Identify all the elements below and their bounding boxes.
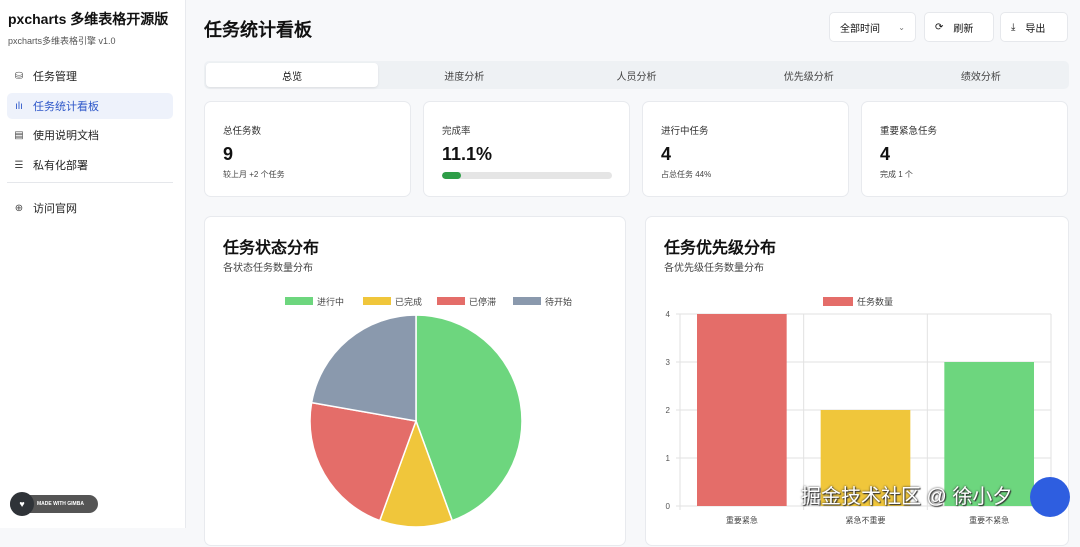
stat-card-completion: 完成率 11.1%	[423, 101, 630, 197]
sidebar-item-label: 私有化部署	[33, 160, 88, 172]
stat-note: 完成 1 个	[880, 170, 913, 179]
sidebar-item-label: 使用说明文档	[33, 130, 99, 142]
legend-swatch	[437, 297, 465, 305]
stat-card-urgent: 重要紧急任务 4 完成 1 个	[861, 101, 1068, 197]
pie-slice-3	[310, 314, 417, 422]
brand-subtitle: pxcharts多维表格引擎 v1.0	[8, 36, 116, 46]
stat-label: 进行中任务	[661, 126, 709, 137]
sidebar-item-dashboard[interactable]: ılı 任务统计看板	[7, 93, 173, 119]
legend-label: 进行中	[317, 296, 344, 307]
made-with-badge[interactable]: ♥ MADE WITH GIMBA	[10, 492, 98, 516]
document-icon: ▤	[14, 129, 24, 141]
stat-card-in-progress: 进行中任务 4 占总任务 44%	[642, 101, 849, 197]
stat-label: 完成率	[442, 126, 471, 137]
legend-label: 待开始	[545, 296, 572, 307]
export-label: 导出	[1025, 23, 1046, 35]
y-tick-label: 4	[666, 310, 671, 319]
logo-icon: ♥	[10, 492, 34, 516]
y-tick-label: 2	[666, 406, 671, 415]
chevron-down-icon: ⌄	[898, 22, 905, 32]
sidebar-item-docs[interactable]: ▤ 使用说明文档	[7, 122, 173, 148]
badge-label: MADE WITH GIMBA	[37, 501, 84, 507]
x-tick-label: 紧急不重要	[846, 515, 886, 525]
bar-chart-icon: ılı	[15, 100, 23, 112]
legend-label: 任务数量	[857, 296, 893, 307]
tab-overview[interactable]: 总览	[206, 63, 379, 87]
server-icon: ☰	[14, 159, 24, 171]
legend-swatch	[823, 297, 853, 306]
sidebar: pxcharts 多维表格开源版 pxcharts多维表格引擎 v1.0 ⛁ 任务…	[0, 0, 186, 528]
progress-fill	[442, 172, 461, 179]
time-filter-value: 全部时间	[840, 23, 880, 35]
stat-value: 4	[880, 144, 891, 164]
tab-bar: 总览 进度分析 人员分析 优先级分析 绩效分析	[204, 61, 1069, 89]
sidebar-item-label: 任务管理	[33, 71, 77, 83]
pie-chart: 进行中 已完成 已停滞 待开始	[285, 296, 572, 528]
stat-value: 4	[661, 144, 672, 164]
legend-swatch	[513, 297, 541, 305]
refresh-label: 刷新	[953, 23, 974, 35]
floating-action-button[interactable]	[1030, 477, 1070, 517]
globe-icon: ⊕	[14, 202, 24, 214]
export-button[interactable]: ⤓ 导出	[1000, 12, 1068, 42]
sidebar-item-label: 任务统计看板	[33, 101, 99, 113]
watermark: 掘金技术社区 @ 徐小夕	[801, 486, 1013, 508]
brand-title: pxcharts 多维表格开源版	[8, 11, 169, 27]
page-title: 任务统计看板	[204, 20, 312, 40]
stat-note: 占总任务 44%	[661, 170, 712, 179]
x-tick-label: 重要不紧急	[969, 515, 1009, 525]
status-chart-card: 任务状态分布 各状态任务数量分布 进行中 已完成 已停滞 待开始	[204, 216, 626, 546]
stat-note: 较上月 +2 个任务	[223, 170, 285, 179]
divider	[7, 182, 173, 183]
completion-progress-bar	[442, 172, 612, 179]
database-icon: ⛁	[14, 70, 24, 82]
y-tick-label: 0	[666, 502, 671, 511]
stat-value: 11.1%	[442, 144, 493, 164]
stat-label: 重要紧急任务	[880, 126, 938, 137]
sidebar-item-deploy[interactable]: ☰ 私有化部署	[7, 152, 173, 178]
legend-swatch	[285, 297, 313, 305]
sidebar-item-label: 访问官网	[33, 203, 77, 215]
download-icon: ⤓	[1011, 21, 1016, 33]
sidebar-item-website[interactable]: ⊕ 访问官网	[7, 195, 173, 221]
stat-value: 9	[223, 144, 234, 164]
y-tick-label: 3	[666, 358, 671, 367]
legend-swatch	[363, 297, 391, 305]
bar-0	[697, 314, 787, 506]
x-tick-label: 重要紧急	[726, 515, 758, 525]
tab-performance[interactable]: 绩效分析	[895, 63, 1067, 87]
refresh-button[interactable]: ⟳ 刷新	[924, 12, 994, 42]
legend-label: 已停滞	[469, 296, 496, 307]
refresh-icon: ⟳	[935, 21, 944, 33]
sidebar-item-task-management[interactable]: ⛁ 任务管理	[7, 63, 173, 89]
tab-progress[interactable]: 进度分析	[378, 63, 550, 87]
y-tick-label: 1	[666, 454, 671, 463]
tab-people[interactable]: 人员分析	[550, 63, 722, 87]
tab-priority[interactable]: 优先级分析	[723, 63, 895, 87]
legend-label: 已完成	[395, 296, 422, 307]
time-filter-select[interactable]: 全部时间 ⌄	[829, 12, 916, 42]
stat-card-total: 总任务数 9 较上月 +2 个任务	[204, 101, 411, 197]
stat-label: 总任务数	[223, 126, 262, 137]
